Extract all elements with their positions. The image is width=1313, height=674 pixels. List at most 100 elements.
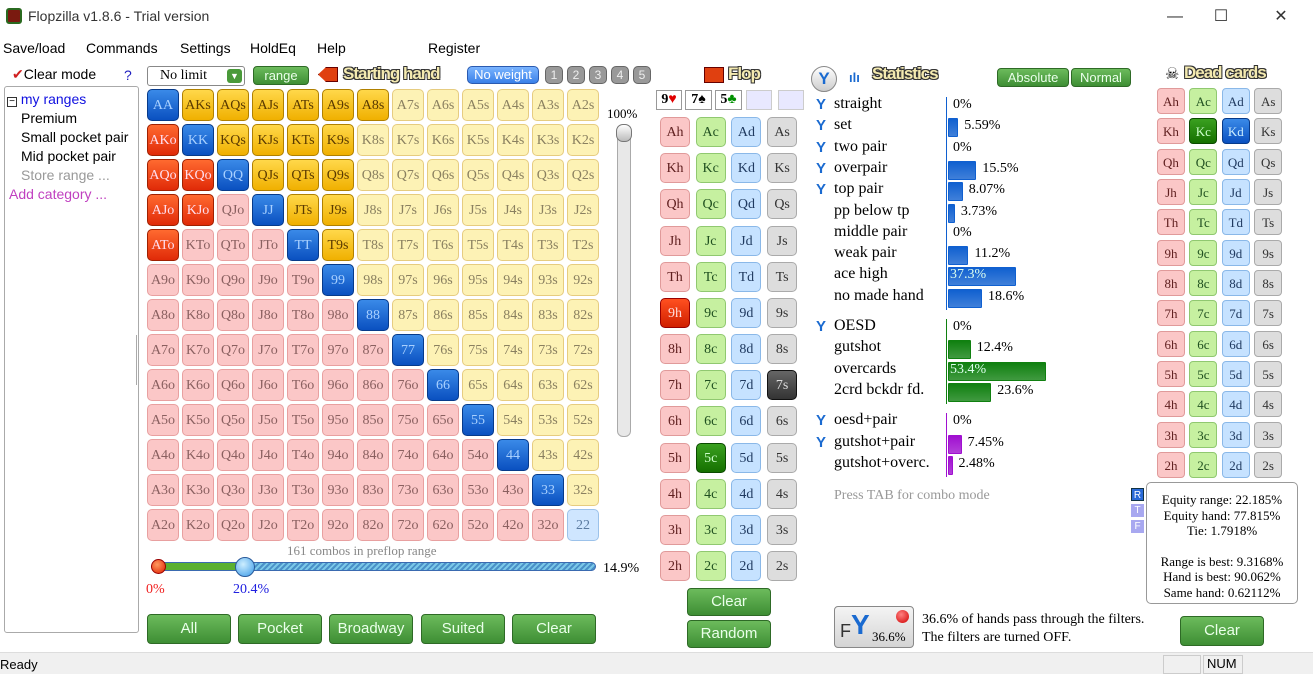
flop-card-4c[interactable]: 4c bbox=[695, 478, 726, 509]
hand-cell-Q9s[interactable]: Q9s bbox=[322, 159, 354, 191]
hand-cell-T9s[interactable]: T9s bbox=[322, 229, 354, 261]
hand-cell-93s[interactable]: 93s bbox=[532, 264, 564, 296]
hand-cell-J2o[interactable]: J2o bbox=[252, 509, 284, 541]
hand-cell-86o[interactable]: 86o bbox=[357, 369, 389, 401]
hand-cell-85o[interactable]: 85o bbox=[357, 404, 389, 436]
hand-cell-J6s[interactable]: J6s bbox=[427, 194, 459, 226]
hand-cell-94s[interactable]: 94s bbox=[497, 264, 529, 296]
tree-item-small-pocket-pair[interactable]: Small pocket pair bbox=[21, 129, 128, 145]
dead-card-5h[interactable]: 5h bbox=[1157, 360, 1185, 387]
broadway-button[interactable]: Broadway bbox=[329, 614, 413, 644]
hand-cell-JJ[interactable]: JJ bbox=[252, 194, 284, 226]
hand-cell-KQs[interactable]: KQs bbox=[217, 124, 249, 156]
hand-cell-A5s[interactable]: A5s bbox=[462, 89, 494, 121]
flop-card-8c[interactable]: 8c bbox=[695, 334, 726, 365]
pocket-button[interactable]: Pocket bbox=[238, 614, 322, 644]
weight-3-button[interactable]: 3 bbox=[589, 66, 607, 84]
dead-card-2d[interactable]: 2d bbox=[1221, 451, 1250, 478]
board-card-2[interactable]: 7♠ bbox=[685, 90, 712, 110]
hand-cell-Q3o[interactable]: Q3o bbox=[217, 474, 249, 506]
dead-card-9h[interactable]: 9h bbox=[1157, 239, 1185, 266]
hand-cell-A7o[interactable]: A7o bbox=[147, 334, 179, 366]
dead-card-As[interactable]: As bbox=[1254, 88, 1283, 114]
hand-cell-QQ[interactable]: QQ bbox=[217, 159, 249, 191]
hand-cell-Q7s[interactable]: Q7s bbox=[392, 159, 424, 191]
hand-cell-QJs[interactable]: QJs bbox=[252, 159, 284, 191]
splitter-handle[interactable] bbox=[136, 335, 139, 385]
hand-cell-32o[interactable]: 32o bbox=[532, 509, 564, 541]
dead-card-Kc[interactable]: Kc bbox=[1189, 118, 1218, 145]
hand-cell-A6o[interactable]: A6o bbox=[147, 369, 179, 401]
hand-cell-A8o[interactable]: A8o bbox=[147, 299, 179, 331]
flop-card-Ts[interactable]: Ts bbox=[767, 261, 798, 292]
dead-card-5s[interactable]: 5s bbox=[1254, 360, 1283, 387]
hand-cell-76s[interactable]: 76s bbox=[427, 334, 459, 366]
menu-holdeq[interactable]: HoldEq bbox=[250, 40, 296, 56]
hand-cell-T9o[interactable]: T9o bbox=[287, 264, 319, 296]
dead-card-5d[interactable]: 5d bbox=[1221, 360, 1250, 387]
hand-cell-97o[interactable]: 97o bbox=[322, 334, 354, 366]
hand-cell-63s[interactable]: 63s bbox=[532, 369, 564, 401]
hand-cell-A2o[interactable]: A2o bbox=[147, 509, 179, 541]
flop-card-Qd[interactable]: Qd bbox=[731, 189, 762, 220]
flop-card-9s[interactable]: 9s bbox=[767, 297, 798, 328]
hand-cell-T2s[interactable]: T2s bbox=[567, 229, 599, 261]
dead-card-9s[interactable]: 9s bbox=[1254, 239, 1283, 266]
dead-card-6c[interactable]: 6c bbox=[1189, 330, 1218, 357]
flop-card-Jd[interactable]: Jd bbox=[731, 225, 762, 256]
hand-cell-A9s[interactable]: A9s bbox=[322, 89, 354, 121]
range-high-handle[interactable] bbox=[235, 557, 256, 577]
filter-funnel-icon[interactable]: Y bbox=[816, 96, 826, 113]
hand-cell-QTo[interactable]: QTo bbox=[217, 229, 249, 261]
hand-cell-J7s[interactable]: J7s bbox=[392, 194, 424, 226]
no-weight-button[interactable]: No weight bbox=[467, 66, 539, 84]
hand-cell-63o[interactable]: 63o bbox=[427, 474, 459, 506]
hand-cell-42s[interactable]: 42s bbox=[567, 439, 599, 471]
flop-card-Td[interactable]: Td bbox=[731, 261, 762, 292]
hand-cell-Q2s[interactable]: Q2s bbox=[567, 159, 599, 191]
flop-card-2d[interactable]: 2d bbox=[731, 551, 762, 582]
flop-card-3d[interactable]: 3d bbox=[731, 514, 762, 545]
dead-card-Kh[interactable]: Kh bbox=[1157, 118, 1185, 145]
hand-cell-J9s[interactable]: J9s bbox=[322, 194, 354, 226]
hand-cell-J7o[interactable]: J7o bbox=[252, 334, 284, 366]
tree-root-my-ranges[interactable]: − my ranges bbox=[7, 91, 86, 107]
menu-help[interactable]: Help bbox=[317, 40, 346, 56]
hand-cell-84s[interactable]: 84s bbox=[497, 299, 529, 331]
hand-cell-AA[interactable]: AA bbox=[147, 89, 179, 121]
hand-cell-32s[interactable]: 32s bbox=[567, 474, 599, 506]
hand-cell-A2s[interactable]: A2s bbox=[567, 89, 599, 121]
dead-card-8s[interactable]: 8s bbox=[1254, 269, 1283, 296]
flop-card-7d[interactable]: 7d bbox=[731, 370, 762, 401]
flop-card-4s[interactable]: 4s bbox=[767, 478, 798, 509]
hand-cell-Q9o[interactable]: Q9o bbox=[217, 264, 249, 296]
flop-card-9c[interactable]: 9c bbox=[695, 297, 726, 328]
hand-cell-87o[interactable]: 87o bbox=[357, 334, 389, 366]
hand-cell-T3s[interactable]: T3s bbox=[532, 229, 564, 261]
flop-card-Js[interactable]: Js bbox=[767, 225, 798, 256]
hand-cell-JTs[interactable]: JTs bbox=[287, 194, 319, 226]
hand-cell-98o[interactable]: 98o bbox=[322, 299, 354, 331]
hand-cell-Q4o[interactable]: Q4o bbox=[217, 439, 249, 471]
hand-cell-KJo[interactable]: KJo bbox=[182, 194, 214, 226]
filter-clear-button[interactable]: Clear bbox=[1180, 616, 1264, 646]
tree-item-premium[interactable]: Premium bbox=[21, 110, 77, 126]
hand-cell-T3o[interactable]: T3o bbox=[287, 474, 319, 506]
hand-cell-86s[interactable]: 86s bbox=[427, 299, 459, 331]
hand-cell-95o[interactable]: 95o bbox=[322, 404, 354, 436]
hand-cell-K6o[interactable]: K6o bbox=[182, 369, 214, 401]
dead-card-5c[interactable]: 5c bbox=[1189, 360, 1218, 387]
hand-cell-K2s[interactable]: K2s bbox=[567, 124, 599, 156]
hand-cell-72o[interactable]: 72o bbox=[392, 509, 424, 541]
hand-cell-A4s[interactable]: A4s bbox=[497, 89, 529, 121]
hand-cell-T6s[interactable]: T6s bbox=[427, 229, 459, 261]
dead-card-9c[interactable]: 9c bbox=[1189, 239, 1218, 266]
collapse-icon[interactable]: − bbox=[7, 97, 17, 107]
hand-cell-44[interactable]: 44 bbox=[497, 439, 529, 471]
weight-2-button[interactable]: 2 bbox=[567, 66, 585, 84]
hand-cell-AQo[interactable]: AQo bbox=[147, 159, 179, 191]
flop-card-As[interactable]: As bbox=[767, 117, 798, 147]
dead-card-8d[interactable]: 8d bbox=[1221, 269, 1250, 296]
hand-cell-J3o[interactable]: J3o bbox=[252, 474, 284, 506]
filter-button[interactable]: F Y 36.6% bbox=[834, 606, 914, 648]
